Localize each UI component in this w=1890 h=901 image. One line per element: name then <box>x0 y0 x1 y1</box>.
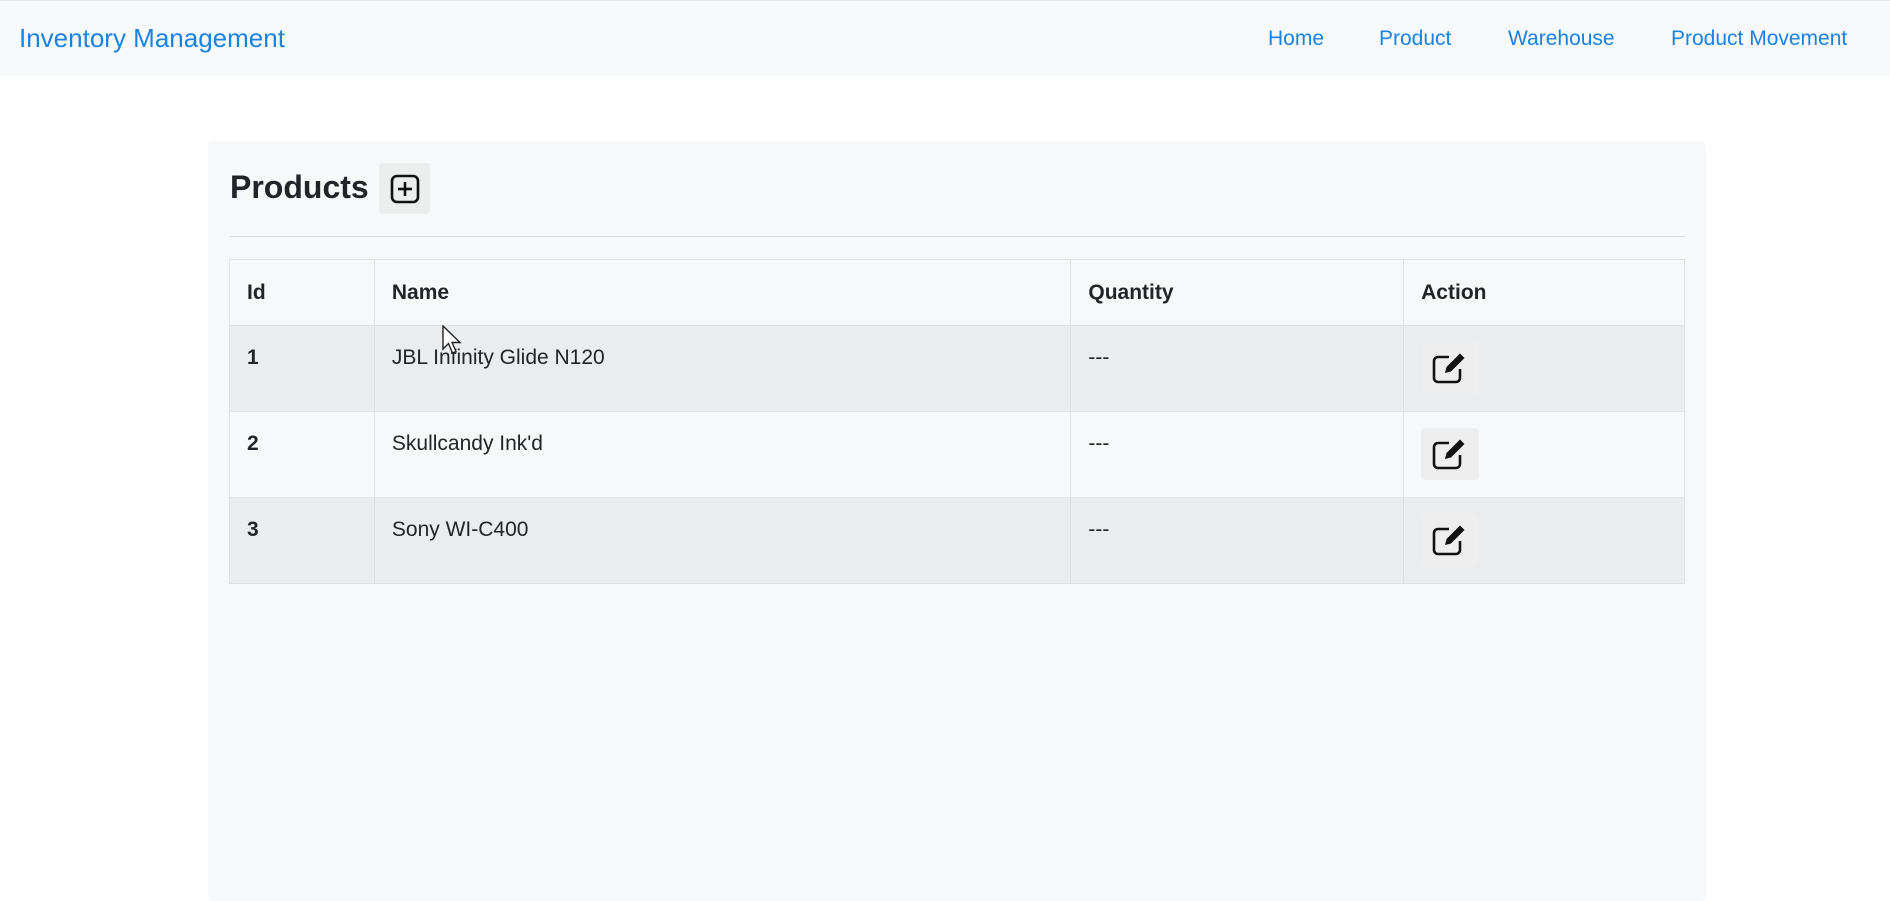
row-quantity: --- <box>1070 325 1405 412</box>
table-row: 2 Skullcandy Ink'd --- <box>229 411 1685 498</box>
row-name: Sony WI-C400 <box>373 497 1072 584</box>
nav-link-home[interactable]: Home <box>1268 27 1324 51</box>
plus-square-icon <box>390 174 419 203</box>
row-quantity: --- <box>1070 497 1405 584</box>
column-header-name: Name <box>373 259 1072 326</box>
row-action <box>1403 411 1685 498</box>
column-header-id: Id <box>229 259 375 326</box>
mouse-cursor-icon <box>442 325 462 354</box>
table-header-row: Id Name Quantity Action <box>229 259 1685 326</box>
divider <box>229 236 1685 237</box>
nav-link-product[interactable]: Product <box>1379 27 1451 51</box>
column-header-action: Action <box>1403 259 1685 326</box>
nav-link-product-movement[interactable]: Product Movement <box>1671 27 1847 51</box>
pencil-square-icon <box>1432 353 1465 384</box>
pencil-square-icon <box>1432 439 1465 470</box>
row-id: 1 <box>229 325 375 412</box>
row-name: Skullcandy Ink'd <box>373 411 1072 498</box>
add-product-button[interactable] <box>379 163 430 214</box>
table-row: 3 Sony WI-C400 --- <box>229 497 1685 584</box>
edit-button[interactable] <box>1421 514 1480 566</box>
products-table: Id Name Quantity Action 1 JBL Infinity G… <box>229 259 1685 584</box>
row-action <box>1403 325 1685 412</box>
navbar: Inventory Management Home Product Wareho… <box>0 0 1890 76</box>
nav-link-warehouse[interactable]: Warehouse <box>1508 27 1615 51</box>
pencil-square-icon <box>1432 525 1465 556</box>
row-id: 3 <box>229 497 375 584</box>
brand-link[interactable]: Inventory Management <box>19 23 285 54</box>
edit-button[interactable] <box>1421 342 1480 394</box>
row-quantity: --- <box>1070 411 1405 498</box>
column-header-quantity: Quantity <box>1070 259 1405 326</box>
row-action <box>1403 497 1685 584</box>
products-card: Products Id Name Quantity Action 1 JBL I… <box>208 141 1706 901</box>
edit-button[interactable] <box>1421 428 1480 480</box>
row-id: 2 <box>229 411 375 498</box>
page-title: Products <box>230 169 369 205</box>
row-name: JBL Infinity Glide N120 <box>373 325 1072 412</box>
